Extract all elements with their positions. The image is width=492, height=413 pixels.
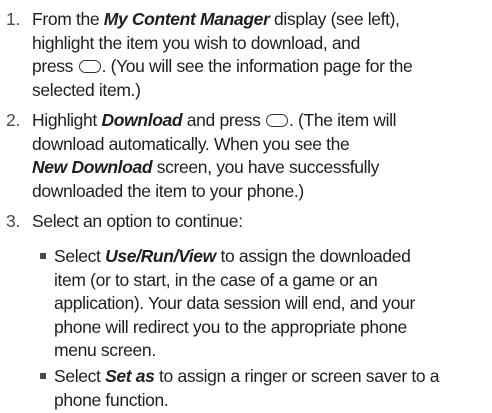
- text-line: download automatically. When you see the: [32, 133, 350, 154]
- text-line: Select Set as to assign a ringer or scre…: [54, 365, 490, 389]
- text-run: display (see left),: [269, 9, 400, 29]
- text-line: New Download screen, you have successful…: [32, 156, 484, 180]
- bullet-text: Select Set as to assign a ringer or scre…: [54, 365, 490, 412]
- manual-page: 1. From the My Content Manager display (…: [0, 0, 492, 413]
- text-line: Highlight Download and press . (The item…: [32, 109, 484, 133]
- text-line: From the My Content Manager display (see…: [32, 8, 484, 32]
- menu-term: Use/Run/View: [105, 246, 216, 266]
- text-line: highlight the item you wish to download,…: [32, 32, 361, 53]
- text-line: Select Use/Run/View to assign the downlo…: [54, 245, 490, 269]
- bullet-text: Select Use/Run/View to assign the downlo…: [54, 245, 490, 363]
- text-run: Highlight: [32, 110, 102, 130]
- ok-key-icon: [266, 114, 289, 127]
- text-run: screen, you have successfully: [152, 157, 380, 177]
- step-text: Select an option to continue:: [32, 210, 484, 234]
- text-line: downloaded the item to your phone.): [32, 180, 304, 201]
- text-line: phone function.: [54, 389, 169, 410]
- text-line: phone will redirect you to the appropria…: [54, 316, 407, 337]
- text-run: to assign a ringer or screen saver to a: [154, 366, 440, 386]
- step-number: 1.: [6, 9, 20, 29]
- menu-term: New Download: [32, 157, 153, 177]
- text-run: From the: [32, 9, 104, 29]
- text-line: application). Your data session will end…: [54, 293, 415, 313]
- text-run: Select: [54, 366, 106, 386]
- step-text: Highlight Download and press . (The item…: [32, 109, 484, 203]
- menu-term: Set as: [105, 366, 155, 386]
- text-line: item (or to start, in the case of a game…: [54, 269, 378, 290]
- text-run: Select: [54, 246, 106, 266]
- bullet-square-icon: [40, 253, 46, 259]
- bullet-square-icon: [40, 373, 46, 379]
- text-line: Select an option to continue:: [32, 211, 243, 231]
- text-run: to assign the downloaded: [215, 246, 411, 266]
- step-number: 2.: [6, 110, 20, 130]
- text-line: press . (You will see the information pa…: [32, 55, 484, 79]
- text-line: menu screen.: [54, 340, 156, 360]
- step-number: 3.: [6, 211, 20, 231]
- text-run: . (The item will: [289, 110, 397, 130]
- text-run: press: [32, 56, 78, 76]
- menu-term: My Content Manager: [103, 9, 270, 29]
- step-text: From the My Content Manager display (see…: [32, 8, 484, 102]
- text-run: and press: [182, 110, 266, 130]
- text-line: selected item.): [32, 79, 141, 100]
- text-run: . (You will see the information page for…: [101, 56, 413, 76]
- menu-term: Download: [101, 110, 183, 130]
- ok-key-icon: [78, 60, 101, 73]
